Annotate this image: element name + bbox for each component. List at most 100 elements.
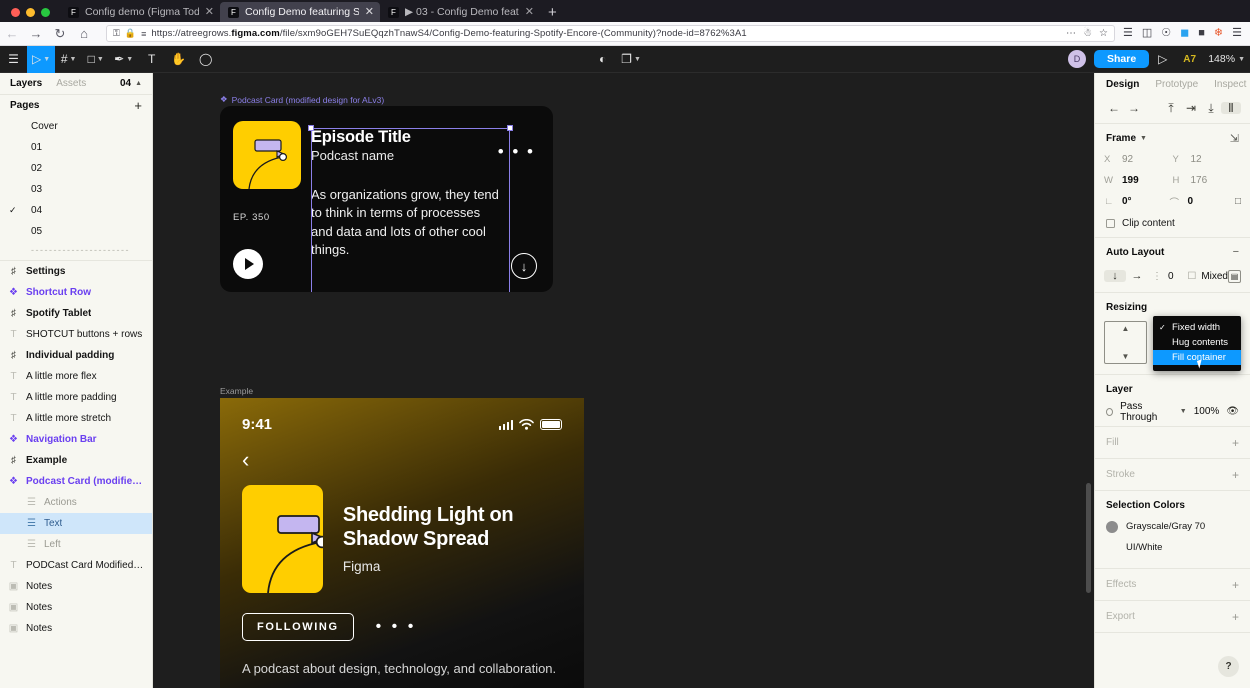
tab-assets[interactable]: Assets [56, 78, 86, 89]
menu-icon[interactable]: ☰ [1232, 28, 1242, 39]
selection-color-item-gray70[interactable]: Grayscale/Gray 70 [1095, 516, 1250, 537]
add-effect-button[interactable]: + [1232, 578, 1239, 592]
mobile-preview-frame[interactable]: 9:41 ‹ Shedding Light on Shadow Spread F… [220, 398, 584, 688]
x-field[interactable]: X 92 [1104, 154, 1173, 165]
layer-item-notes-1[interactable]: ▣ Notes [0, 576, 152, 597]
resize-handle-top-left[interactable] [308, 125, 314, 131]
tab-design[interactable]: Design [1106, 79, 1139, 90]
corner-radius-field[interactable]: ⌒ 0 [1169, 195, 1234, 209]
move-tool[interactable]: ▷ ▼ [27, 45, 56, 73]
width-field[interactable]: W 199 [1104, 175, 1173, 186]
blend-mode-value[interactable]: Pass Through [1120, 401, 1173, 423]
extension-icon[interactable]: ❄ [1214, 28, 1223, 39]
page-item-01[interactable]: 01 [0, 137, 152, 158]
distribute-icon[interactable]: Ⅱ [1221, 101, 1241, 114]
menu-item-hug-contents[interactable]: Hug contents [1153, 335, 1241, 350]
add-stroke-button[interactable]: + [1232, 468, 1239, 482]
main-menu-button[interactable]: ☰ [0, 46, 27, 73]
align-bottom-icon[interactable]: ⤓ [1201, 102, 1221, 114]
page-item-03[interactable]: 03 [0, 179, 152, 200]
chevron-down-icon[interactable]: ▼ [1140, 135, 1147, 142]
clip-content-checkbox[interactable] [1106, 218, 1115, 228]
sidebar-icon[interactable]: ◫ [1142, 28, 1152, 39]
height-field[interactable]: H 176 [1173, 175, 1242, 186]
present-button[interactable]: ▷ [1149, 46, 1176, 73]
y-field[interactable]: Y 12 [1173, 154, 1242, 165]
layer-item-a-little-more-padding[interactable]: T A little more padding [0, 387, 152, 408]
download-button[interactable]: ↓ [511, 253, 537, 279]
tab-layers[interactable]: Layers [10, 78, 42, 89]
figma-canvas[interactable]: ❖ Podcast Card (modified design for ALv3… [153, 73, 1094, 688]
layer-item-actions[interactable]: ☰ Actions [0, 492, 152, 513]
layer-item-podcast-card-modified[interactable]: T PODCast Card Modified to demon... [0, 555, 152, 576]
opacity-value[interactable]: 100% [1194, 406, 1220, 417]
page-item-cover[interactable]: Cover [0, 116, 152, 137]
mask-tool[interactable]: ◐ [589, 46, 616, 73]
color-swatch[interactable] [1106, 520, 1118, 533]
padding-field[interactable]: ☐ Mixed [1187, 271, 1228, 282]
pocket-icon[interactable]: ☃ [1083, 28, 1092, 39]
layer-item-settings[interactable]: ♯ Settings [0, 261, 152, 282]
close-tab-1-button[interactable]: ✕ [205, 6, 214, 18]
frame-label-podcast-card[interactable]: ❖ Podcast Card (modified design for ALv3… [220, 94, 384, 105]
container-tabs-icon[interactable]: ◼ [1180, 28, 1189, 39]
play-button[interactable] [233, 249, 263, 279]
frame-label-example[interactable]: Example [220, 386, 253, 396]
podcast-card[interactable]: EP. 350 • • • ↓ Episode Title Podcast na… [220, 106, 553, 292]
comment-tool[interactable]: ◯ [192, 46, 219, 73]
pages-resize-divider[interactable]: - - - - - - - - - - - - - - - - - - - - … [0, 242, 152, 260]
home-button[interactable]: ⌂ [72, 26, 96, 41]
layer-item-example[interactable]: ♯ Example [0, 450, 152, 471]
pen-tool[interactable]: ✒ ▼ [109, 46, 138, 73]
layer-item-navigation-bar[interactable]: ❖ Navigation Bar [0, 429, 152, 450]
direction-vertical-icon[interactable]: ↓ [1104, 270, 1126, 282]
zoom-level-menu[interactable]: 148% ▼ [1203, 46, 1250, 73]
avatar[interactable]: D [1068, 50, 1087, 68]
rotation-field[interactable]: ∟ 0° [1104, 196, 1169, 207]
independent-corners-icon[interactable]: □ [1235, 196, 1241, 207]
frame-tool[interactable]: # ▼ [55, 46, 82, 73]
status-badge[interactable]: A7 [1176, 46, 1203, 73]
close-tab-2-button[interactable]: ✕ [365, 6, 374, 18]
url-bar[interactable]: ⚿ 🔒 ≡ https://atreegrows.figma.com/file/… [106, 25, 1115, 42]
align-horizontal-centers-icon[interactable]: ⇥ [1181, 102, 1201, 114]
add-export-button[interactable]: + [1232, 610, 1239, 624]
direction-horizontal-icon[interactable]: → [1126, 270, 1148, 282]
shape-tool[interactable]: □ ▼ [82, 46, 109, 73]
library-icon[interactable]: ☰ [1123, 28, 1133, 39]
menu-item-fixed-width[interactable]: ✓ Fixed width [1153, 320, 1241, 335]
layer-item-left[interactable]: ☰ Left [0, 534, 152, 555]
chevron-down-icon[interactable]: ▼ [1180, 408, 1187, 415]
close-tab-3-button[interactable]: ✕ [525, 6, 534, 18]
resizing-preview-box[interactable]: ▲ ▼ [1104, 321, 1147, 364]
new-tab-button[interactable]: + [540, 5, 565, 22]
remove-auto-layout-button[interactable]: − [1233, 246, 1239, 258]
add-fill-button[interactable]: + [1232, 436, 1239, 450]
layer-item-spotify-tablet[interactable]: ♯ Spotify Tablet [0, 303, 152, 324]
page-item-05[interactable]: 05 [0, 221, 152, 242]
account-icon[interactable]: ☉ [1161, 28, 1171, 39]
layer-item-text[interactable]: ☰ Text [0, 513, 152, 534]
reload-button[interactable]: ↻ [48, 26, 72, 42]
mobile-more-button[interactable]: • • • [376, 618, 417, 636]
tab-prototype[interactable]: Prototype [1155, 79, 1198, 90]
layer-item-notes-2[interactable]: ▣ Notes [0, 597, 152, 618]
layer-item-individual-padding[interactable]: ♯ Individual padding [0, 345, 152, 366]
layer-item-shotcut-buttons-rows[interactable]: T SHOTCUT buttons + rows [0, 324, 152, 345]
permissions-icon[interactable]: ≡ [141, 29, 146, 39]
bookmark-star-icon[interactable]: ☆ [1099, 28, 1108, 39]
nav-back-button[interactable]: ← [1104, 102, 1124, 114]
tab-inspect[interactable]: Inspect [1214, 79, 1246, 90]
text-tool[interactable]: T [138, 46, 165, 73]
selection-color-item-white[interactable]: UI/White [1095, 537, 1250, 558]
page-item-04[interactable]: ✓ 04 [0, 200, 152, 221]
clip-content-row[interactable]: Clip content [1095, 212, 1250, 234]
spacing-field[interactable]: ⋮ 0 [1152, 271, 1174, 282]
page-actions-icon[interactable]: ⋯ [1066, 28, 1076, 39]
layer-item-podcast-card[interactable]: ❖ Podcast Card (modified design fo... [0, 471, 152, 492]
layer-item-shortcut-row[interactable]: ❖ Shortcut Row [0, 282, 152, 303]
browser-tab-2[interactable]: F Config Demo featuring Spotify ✕ [220, 2, 380, 22]
fit-icon[interactable]: ⇲ [1230, 132, 1239, 145]
add-page-button[interactable]: + [134, 98, 142, 113]
minimize-window-button[interactable] [26, 8, 35, 17]
